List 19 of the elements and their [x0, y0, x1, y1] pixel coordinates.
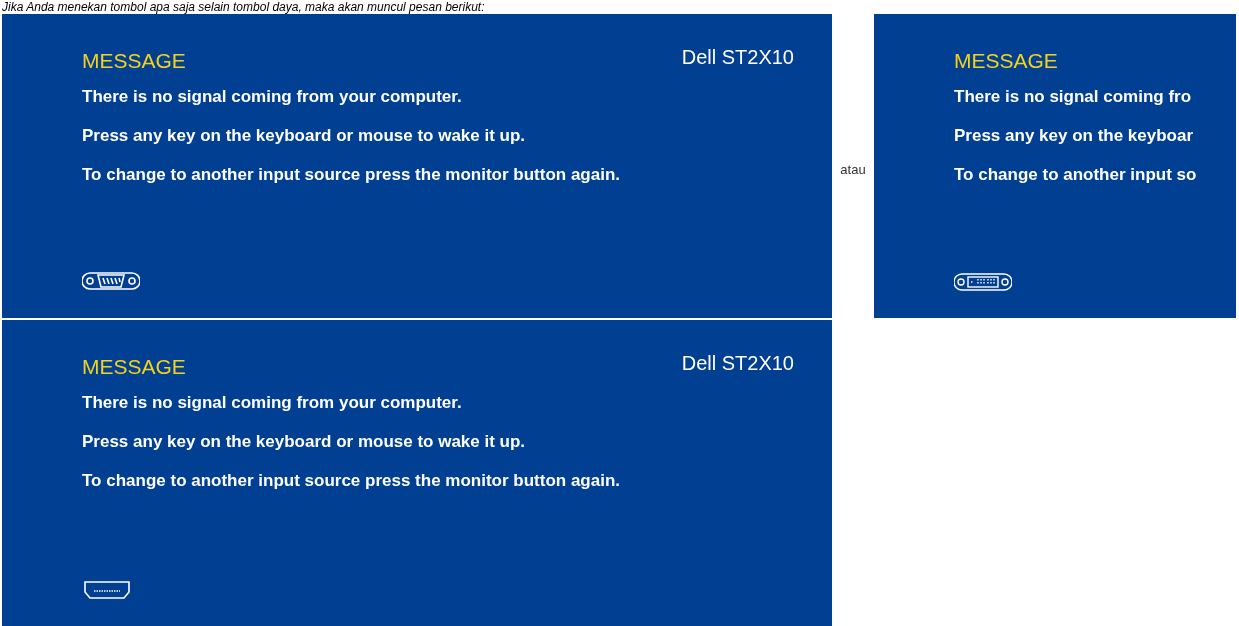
- message-text: To change to another input source press the monitor button again.: [82, 470, 622, 492]
- message-text: To change to another input so: [954, 164, 1198, 186]
- message-text: There is no signal coming from your computer.: [82, 86, 463, 108]
- message-title: MESSAGE: [82, 354, 186, 380]
- message-title: MESSAGE: [954, 48, 1058, 74]
- model-name: Dell ST2X10: [681, 45, 794, 69]
- dvi-port-icon: [954, 272, 1012, 292]
- message-text: Press any key on the keyboard or mouse to wake it up.: [82, 431, 527, 453]
- message-text: There is no signal coming fro: [954, 86, 1193, 108]
- intro-text: Jika Anda menekan tombol apa saja selain tombol daya, maka akan muncul pesan berikut:: [1, 0, 486, 14]
- separator-text: atau: [840, 161, 866, 179]
- message-text: To change to another input source press the monitor button again.: [82, 164, 622, 186]
- message-title: MESSAGE: [82, 48, 186, 74]
- model-name: Dell ST2X10: [681, 351, 794, 375]
- hdmi-port-icon: [82, 580, 132, 600]
- message-text: Press any key on the keyboar: [954, 125, 1195, 147]
- message-text: Press any key on the keyboard or mouse to wake it up.: [82, 125, 527, 147]
- vga-port-icon: [82, 270, 140, 292]
- message-text: There is no signal coming from your computer.: [82, 392, 463, 414]
